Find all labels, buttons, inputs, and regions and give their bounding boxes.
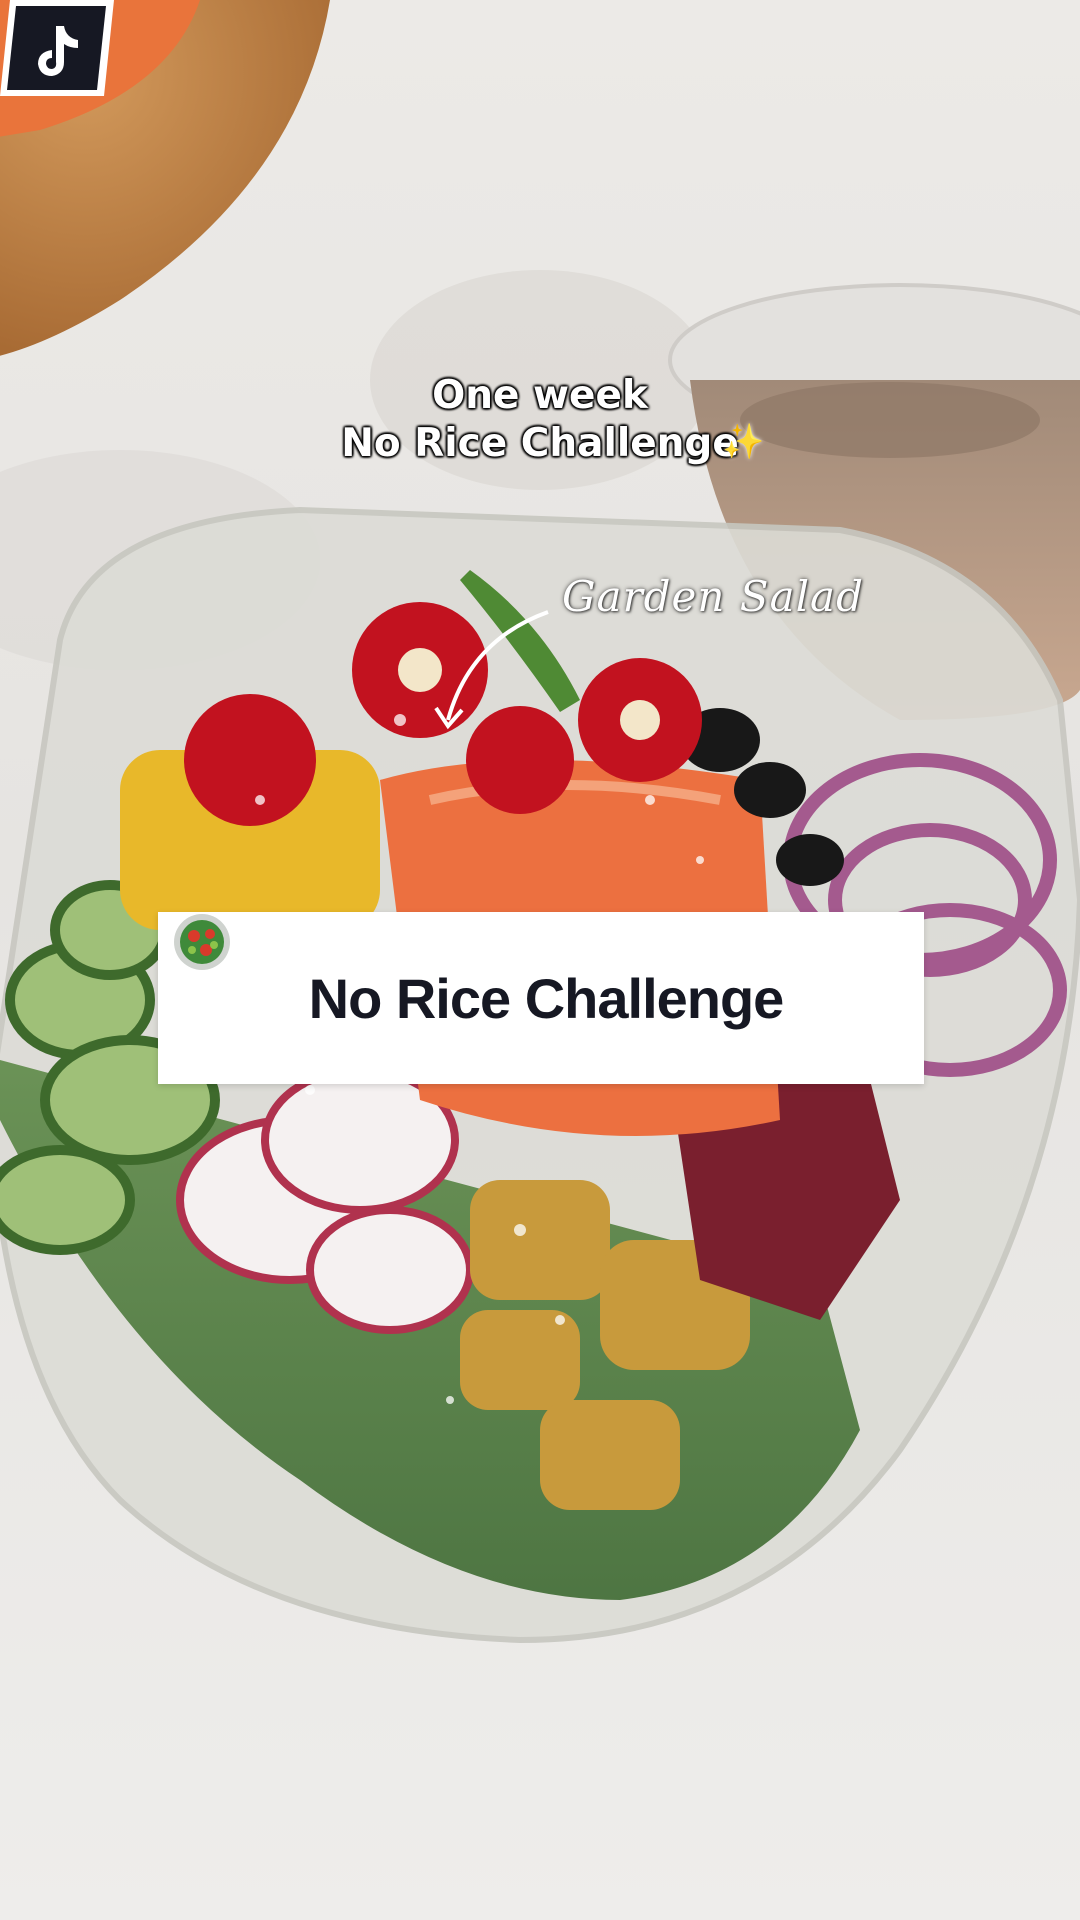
tiktok-logo-icon — [0, 0, 114, 96]
garden-salad-label: Garden Salad — [562, 572, 864, 621]
video-frame[interactable]: One week No Rice Challenge ✨ Garden Sala… — [0, 0, 1080, 1920]
title-banner: No Rice Challenge — [158, 912, 924, 1084]
caption-line-two: No Rice Challenge — [341, 421, 739, 466]
salad-bowl-icon — [174, 914, 230, 970]
banner-title: No Rice Challenge — [308, 966, 785, 1030]
caption-line-one: One week — [432, 373, 648, 418]
sparkles-icon: ✨ — [722, 422, 765, 462]
